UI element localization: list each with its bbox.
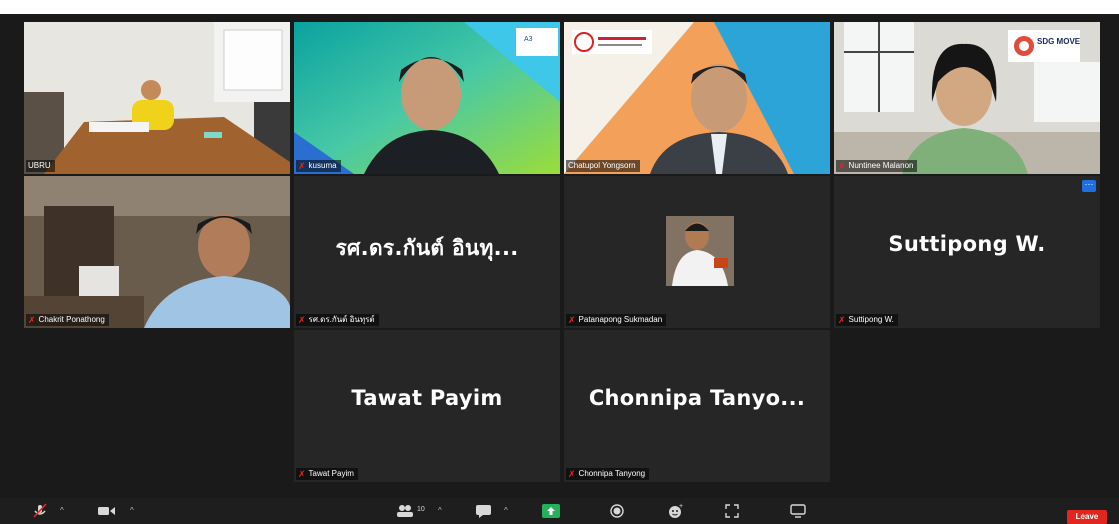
participant-name-label: ✗ kusuma <box>296 160 341 172</box>
whiteboard-icon[interactable] <box>790 504 806 518</box>
video-tile-patanapong-sukmadan[interactable]: ✗ Patanapong Sukmadan <box>564 176 830 328</box>
mic-muted-icon[interactable] <box>32 503 48 519</box>
participant-name-label: ✗ Tawat Payim <box>296 468 358 480</box>
mic-muted-icon: ✗ <box>568 469 576 479</box>
participant-display-name: Suttipong W. <box>888 232 1046 256</box>
share-screen-icon[interactable] <box>542 504 560 518</box>
video-feed <box>564 22 830 174</box>
svg-text:+: + <box>679 503 683 510</box>
chevron-up-icon[interactable]: ^ <box>438 498 442 524</box>
leave-button[interactable]: Leave <box>1067 510 1107 524</box>
profile-photo <box>666 216 734 286</box>
mic-muted-icon: ✗ <box>298 315 306 325</box>
chevron-up-icon[interactable]: ^ <box>504 498 508 524</box>
chevron-up-icon[interactable]: ^ <box>130 498 134 524</box>
video-tile-thai-participant[interactable]: รศ.ดร.กันต์ อินทุ... ✗ รศ.ดร.กันต์ อินทุ… <box>294 176 560 328</box>
participant-name-label: ✗ Suttipong W. <box>836 314 898 326</box>
participant-name-label: ✗ Chakrit Ponathong <box>26 314 109 326</box>
video-tile-suttipong-w[interactable]: ··· Suttipong W. ✗ Suttipong W. <box>834 176 1100 328</box>
video-tile-chonnipa-tanyong[interactable]: Chonnipa Tanyo... ✗ Chonnipa Tanyong <box>564 330 830 482</box>
chat-icon[interactable] <box>476 505 492 518</box>
participant-name-label: Chatupol Yongsorn <box>566 160 640 172</box>
more-options-button[interactable]: ··· <box>1082 180 1096 192</box>
window-top-bar <box>0 0 1119 14</box>
participant-name-label: ✗ Chonnipa Tanyong <box>566 468 650 480</box>
mic-muted-icon: ✗ <box>568 315 576 325</box>
participant-display-name: รศ.ดร.กันต์ อินทุ... <box>335 236 519 260</box>
record-icon[interactable] <box>610 504 624 518</box>
apps-icon[interactable] <box>725 504 739 518</box>
participant-display-name: Tawat Payim <box>351 386 503 410</box>
participant-display-name: Chonnipa Tanyo... <box>588 386 806 410</box>
video-tile-ubru[interactable]: UBRU <box>24 22 290 174</box>
chevron-up-icon[interactable]: ^ <box>60 498 64 524</box>
participants-icon[interactable] <box>396 504 414 518</box>
mic-muted-icon: ✗ <box>298 161 306 171</box>
video-tile-nuntinee-malanon[interactable]: SDG MOVE ✗ Nuntinee Malanon <box>834 22 1100 174</box>
video-tile-kusuma[interactable]: A3 ✗ kusuma <box>294 22 560 174</box>
mic-muted-icon: ✗ <box>28 315 36 325</box>
video-tile-chatupol-yongsorn[interactable]: Chatupol Yongsorn <box>564 22 830 174</box>
mic-muted-icon: ✗ <box>838 315 846 325</box>
video-tile-tawat-payim[interactable]: Tawat Payim ✗ Tawat Payim <box>294 330 560 482</box>
sdg-move-logo: SDG MOVE <box>1037 37 1081 46</box>
video-feed <box>24 176 290 328</box>
svg-text:A3: A3 <box>524 36 533 43</box>
participant-name-label: ✗ Nuntinee Malanon <box>836 160 918 172</box>
video-feed: SDG MOVE <box>834 22 1100 174</box>
video-tile-chakrit-ponathong[interactable]: ✗ Chakrit Ponathong <box>24 176 290 328</box>
video-icon[interactable] <box>98 505 116 517</box>
reactions-icon[interactable]: + <box>668 503 684 519</box>
participant-name-label: UBRU <box>26 160 55 172</box>
participant-name-label: ✗ Patanapong Sukmadan <box>566 314 667 326</box>
mic-muted-icon: ✗ <box>838 161 846 171</box>
participant-name-label: ✗ รศ.ดร.กันต์ อินทุรต์ <box>296 314 379 326</box>
video-feed <box>24 22 290 174</box>
video-feed: A3 <box>294 22 560 174</box>
mic-muted-icon: ✗ <box>298 469 306 479</box>
participant-count: 10 <box>417 506 425 513</box>
meeting-toolbar: ^ ^ 10 ^ ^ + <box>0 498 1119 524</box>
